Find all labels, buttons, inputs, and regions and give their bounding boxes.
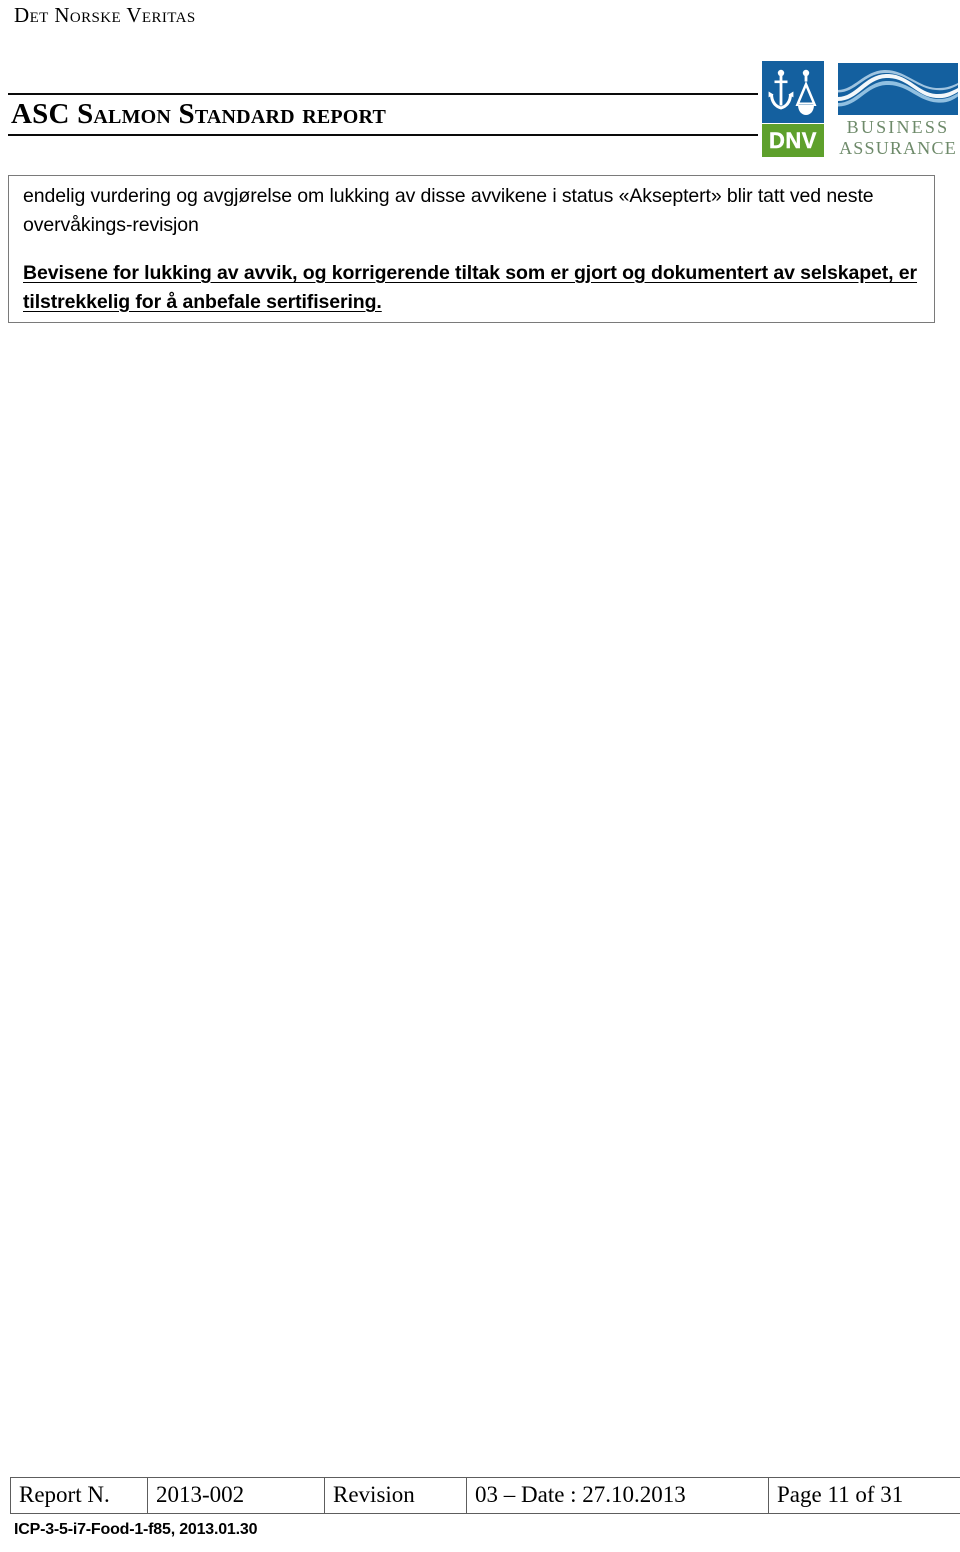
- footer-table: Report N. 2013-002 Revision 03 – Date : …: [10, 1477, 960, 1514]
- dnv-anchor-scales-icon: [762, 61, 824, 123]
- dnv-logo: DNV: [762, 61, 824, 157]
- title-rule-bottom: [8, 134, 758, 136]
- page-title: ASC Salmon Standard report: [11, 98, 387, 130]
- dnv-wordmark: DNV: [762, 124, 824, 157]
- wave-graphic-icon: [838, 63, 958, 115]
- footer-cell-report-number: 2013-002: [147, 1477, 325, 1514]
- content-inner: endelig vurdering og avgjørelse om lukki…: [9, 176, 934, 317]
- ba-line-2: ASSURANCE: [839, 138, 957, 158]
- report-title-block: ASC Salmon Standard report: [8, 93, 758, 136]
- document-footer: Report N. 2013-002 Revision 03 – Date : …: [0, 1462, 960, 1552]
- footer-reference-code: ICP-3-5-i7-Food-1-f85, 2013.01.30: [14, 1521, 258, 1538]
- table-row: Report N. 2013-002 Revision 03 – Date : …: [10, 1477, 960, 1514]
- footer-cell-revision-date: 03 – Date : 27.10.2013: [466, 1477, 769, 1514]
- dnv-wordmark-text: DNV: [769, 127, 817, 153]
- footer-cell-revision-label: Revision: [324, 1477, 467, 1514]
- document-header: Det Norske Veritas ASC Salmon Standard r…: [0, 0, 960, 165]
- logo-area: DNV BUSINESS ASSURANCE: [762, 61, 958, 159]
- business-assurance-text: BUSINESS ASSURANCE: [838, 117, 958, 159]
- content-box: endelig vurdering og avgjørelse om lukki…: [8, 175, 935, 323]
- ba-line-1: BUSINESS: [846, 117, 950, 137]
- document-page: Det Norske Veritas ASC Salmon Standard r…: [0, 0, 960, 1552]
- footer-cell-report-label: Report N.: [10, 1477, 148, 1514]
- conclusion-paragraph: Bevisene for lukking av avvik, og korrig…: [23, 262, 918, 313]
- footer-cell-page-number: Page 11 of 31: [768, 1477, 960, 1514]
- company-name: Det Norske Veritas: [14, 3, 196, 27]
- body-paragraph: endelig vurdering og avgjørelse om lukki…: [23, 185, 874, 236]
- business-assurance-logo: BUSINESS ASSURANCE: [838, 63, 958, 159]
